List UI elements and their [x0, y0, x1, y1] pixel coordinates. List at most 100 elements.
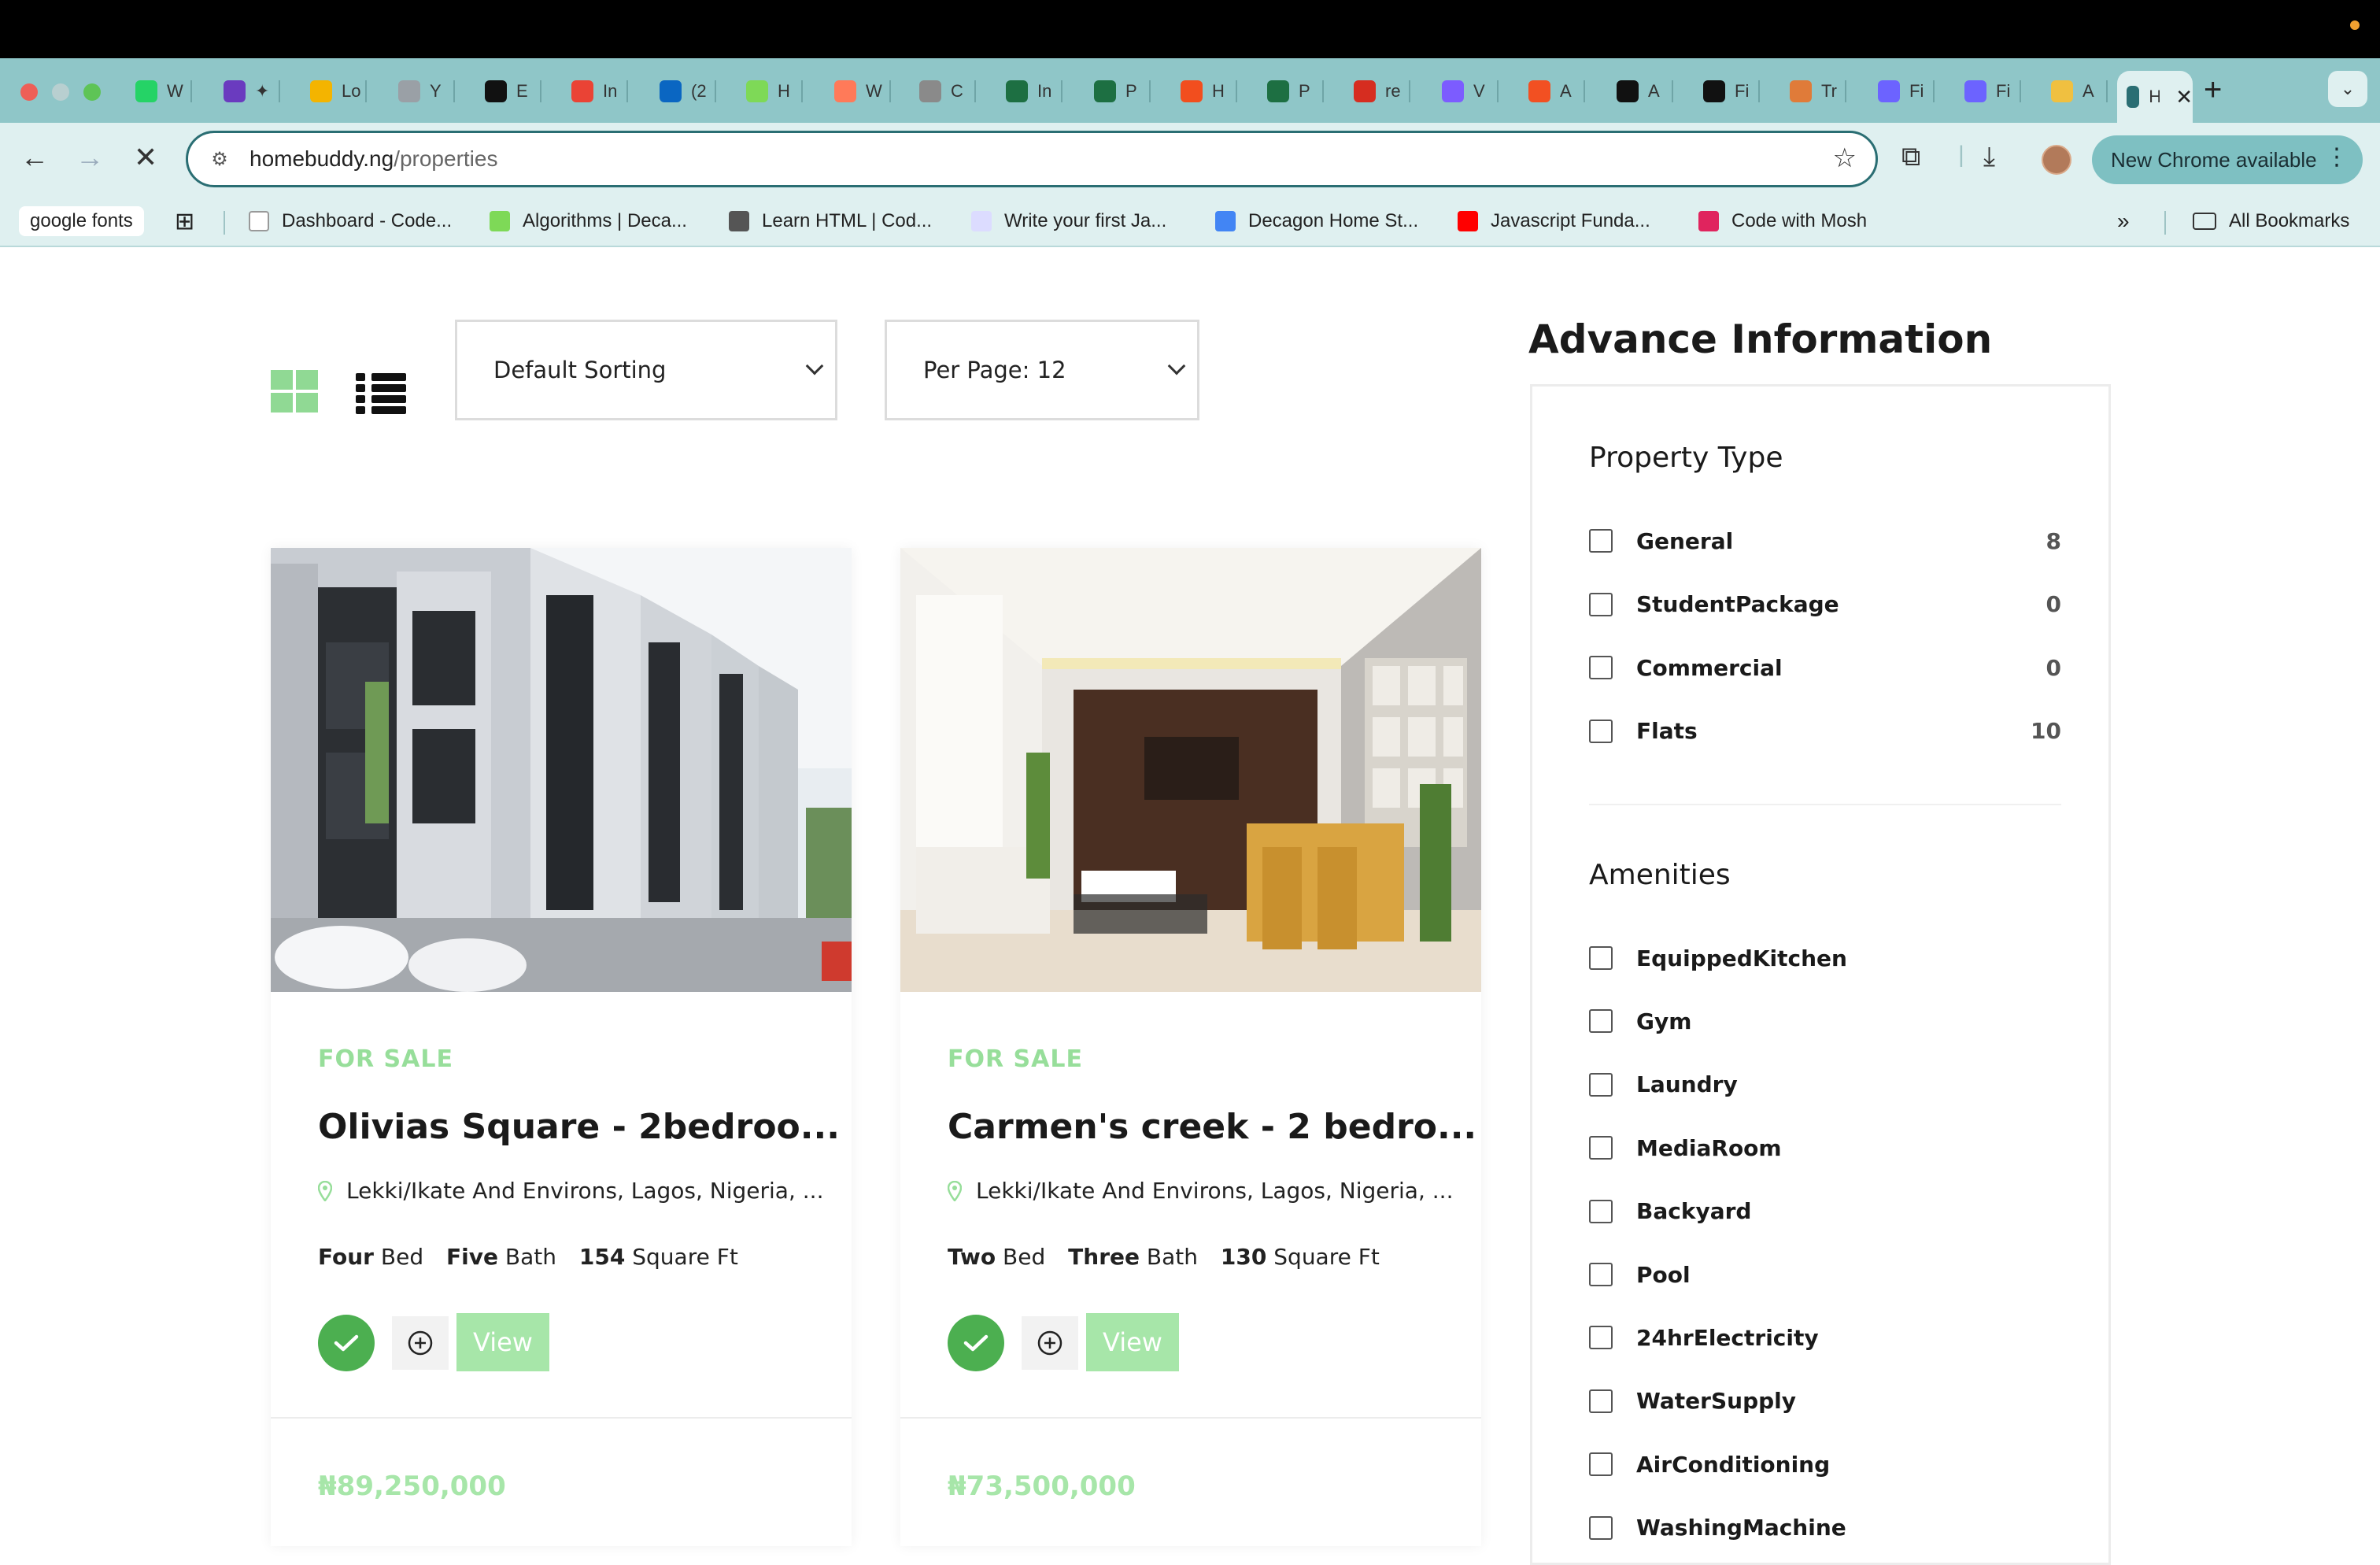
listing-title[interactable]: Olivias Square - 2bedroo... [318, 1107, 840, 1147]
browser-tab[interactable]: Fi [1955, 71, 2021, 112]
back-arrow-icon[interactable]: ← [20, 142, 49, 173]
all-bookmarks-folder[interactable]: All Bookmarks [2193, 206, 2349, 236]
browser-tab[interactable]: Lo [301, 71, 367, 112]
browser-tab[interactable]: In [562, 71, 628, 112]
browser-tab[interactable]: A [1607, 71, 1673, 112]
property-card[interactable]: FOR SALE Olivias Square - 2bedroo... Lek… [271, 548, 852, 1546]
browser-tab[interactable]: (2 [650, 71, 716, 112]
checkbox[interactable] [1589, 719, 1613, 743]
amenity-filter[interactable]: WashingMachine [1589, 1512, 2061, 1544]
browser-tab[interactable]: re [1344, 71, 1410, 112]
bookmark-item[interactable]: Learn HTML | Cod... [729, 206, 932, 236]
checkbox[interactable] [1589, 1009, 1613, 1034]
download-icon[interactable]: ⤓ [1983, 142, 1995, 172]
checkbox[interactable] [1589, 1199, 1613, 1223]
bookmark-item[interactable]: Code with Mosh [1698, 206, 1867, 236]
bookmark-item[interactable]: Algorithms | Deca... [490, 206, 687, 236]
browser-tab[interactable]: Tr [1780, 71, 1846, 112]
browser-tab[interactable]: ✦ [214, 71, 280, 112]
browser-tab[interactable]: C [910, 71, 976, 112]
checkbox[interactable] [1589, 1136, 1613, 1160]
extensions-icon[interactable]: ⧉ [1901, 142, 1920, 172]
property-type-filter[interactable]: Commercial 0 [1589, 652, 2061, 683]
url-text[interactable]: homebuddy.ng/properties [249, 146, 497, 172]
amenity-filter[interactable]: EquippedKitchen [1589, 942, 2061, 974]
browser-tab[interactable]: E [475, 71, 541, 112]
amenity-filter[interactable]: Laundry [1589, 1069, 2061, 1101]
checkbox[interactable] [1589, 1389, 1613, 1413]
checkbox[interactable] [1589, 1452, 1613, 1477]
bookmark-item[interactable]: Dashboard - Code... [249, 206, 452, 236]
more-bookmarks-chevron-icon[interactable]: » [2117, 206, 2130, 236]
profile-avatar[interactable] [2042, 145, 2071, 175]
more-menu-icon[interactable]: ⋮ [2325, 143, 2349, 171]
filter-label: Gym [1636, 1008, 1692, 1034]
browser-tab[interactable]: A [2042, 71, 2108, 112]
forward-arrow-icon[interactable]: → [76, 142, 104, 173]
bookmark-star-icon[interactable]: ☆ [1833, 142, 1857, 174]
property-card[interactable]: FOR SALE Carmen's creek - 2 bedro... Lek… [900, 548, 1481, 1546]
checkbox[interactable] [1589, 529, 1613, 553]
browser-tab[interactable]: W [126, 71, 192, 112]
listing-title[interactable]: Carmen's creek - 2 bedro... [948, 1107, 1476, 1147]
close-window-button[interactable] [20, 83, 38, 101]
checkbox[interactable] [1589, 656, 1613, 679]
browser-tab[interactable]: Fi [1868, 71, 1935, 112]
list-view-icon[interactable] [356, 373, 406, 414]
property-type-filter[interactable]: StudentPackage 0 [1589, 589, 2061, 620]
amenity-filter[interactable]: 24hrElectricity [1589, 1322, 2061, 1353]
sorting-select[interactable]: Default Sorting [455, 320, 837, 420]
amenity-filter[interactable]: MediaRoom [1589, 1132, 2061, 1164]
stop-loading-icon[interactable]: ✕ [134, 142, 157, 173]
checkbox[interactable] [1589, 1326, 1613, 1350]
browser-tab[interactable]: P [1258, 71, 1324, 112]
checkbox[interactable] [1589, 592, 1613, 616]
checkbox[interactable] [1589, 1515, 1613, 1540]
amenity-filter[interactable]: WaterSupply [1589, 1386, 2061, 1417]
checkbox[interactable] [1589, 1072, 1613, 1097]
browser-tab[interactable]: Y [389, 71, 455, 112]
property-photo[interactable] [271, 548, 852, 992]
amenity-filter[interactable]: Pool [1589, 1259, 2061, 1290]
browser-tab[interactable]: A [1519, 71, 1585, 112]
amenity-filter[interactable]: AirConditioning [1589, 1448, 2061, 1480]
browser-tab[interactable]: In [996, 71, 1062, 112]
browser-tab[interactable]: V [1432, 71, 1499, 112]
verified-check-icon[interactable] [318, 1315, 375, 1371]
property-type-filter[interactable]: General 8 [1589, 525, 2061, 557]
view-button[interactable]: View [456, 1313, 549, 1371]
new-chrome-available-button[interactable]: New Chrome available ⋮ [2092, 135, 2363, 184]
checkbox[interactable] [1589, 1263, 1613, 1286]
bookmark-item[interactable]: Decagon Home St... [1215, 206, 1418, 236]
listing-specs: Four Bed Five Bath 154 Square Ft [318, 1244, 738, 1270]
verified-check-icon[interactable] [948, 1315, 1004, 1371]
browser-tab[interactable]: P [1085, 71, 1151, 112]
property-photo[interactable] [900, 548, 1481, 992]
bookmark-google-fonts[interactable]: google fonts [19, 206, 144, 236]
bookmark-item[interactable]: Javascript Funda... [1458, 206, 1650, 236]
checkbox[interactable] [1589, 946, 1613, 970]
grid-view-icon[interactable] [271, 370, 320, 414]
apps-grid-icon[interactable]: ⊞ [175, 206, 194, 236]
browser-tab[interactable]: H [737, 71, 803, 112]
amenity-filter[interactable]: Backyard [1589, 1196, 2061, 1227]
site-settings-icon[interactable]: ⚙ [205, 145, 234, 173]
browser-tab[interactable]: Fi [1694, 71, 1760, 112]
bookmark-item[interactable]: Write your first Ja... [971, 206, 1166, 236]
view-button[interactable]: View [1086, 1313, 1179, 1371]
per-page-select[interactable]: Per Page: 12 [885, 320, 1199, 420]
zoom-window-button[interactable] [83, 83, 101, 101]
amenity-filter[interactable]: Gym [1589, 1005, 2061, 1037]
tab-search-button[interactable]: ⌄ [2328, 71, 2367, 107]
minimize-window-button[interactable] [52, 83, 69, 101]
compare-plus-icon[interactable] [1022, 1316, 1078, 1370]
close-tab-icon[interactable]: ✕ [2175, 85, 2193, 109]
address-bar[interactable]: ⚙ homebuddy.ng/properties ☆ [186, 131, 1878, 187]
browser-tab[interactable]: W [825, 71, 891, 112]
url-path: /properties [394, 146, 498, 171]
compare-plus-icon[interactable] [392, 1316, 449, 1370]
new-tab-button[interactable]: + [2204, 72, 2222, 108]
browser-tab[interactable]: H [1171, 71, 1237, 112]
browser-tab[interactable]: H ✕ [2117, 71, 2193, 123]
property-type-filter[interactable]: Flats 10 [1589, 716, 2061, 747]
